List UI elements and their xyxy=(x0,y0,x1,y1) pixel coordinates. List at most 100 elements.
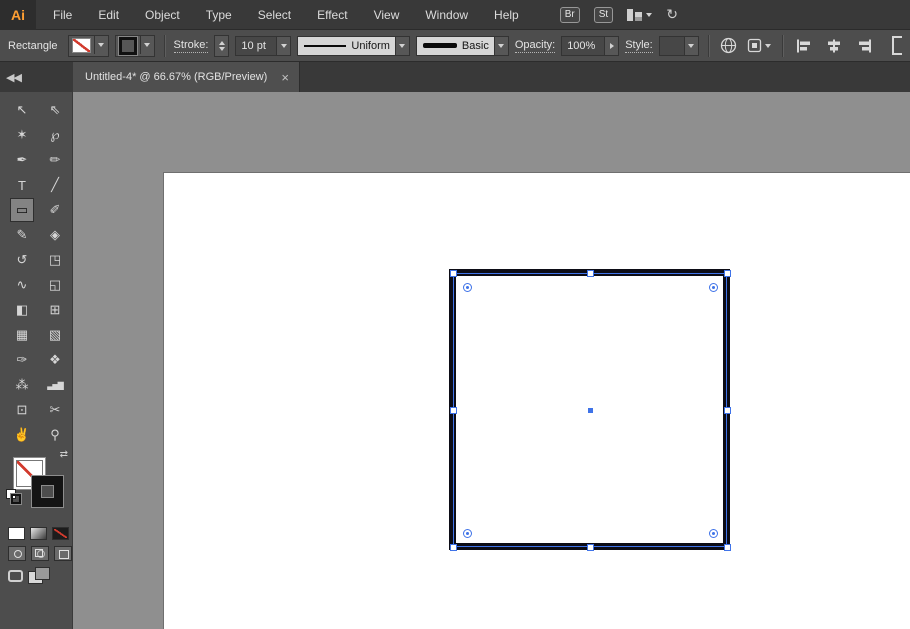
lasso-tool-button[interactable]: ℘ xyxy=(43,123,67,147)
column-graph-tool-button[interactable]: ▃▅▇ xyxy=(43,373,67,397)
align-left-icon xyxy=(796,39,812,53)
draw-inside-button[interactable] xyxy=(54,546,72,561)
eyedropper-tool-button[interactable]: ✑ xyxy=(10,348,34,372)
menu-item-type[interactable]: Type xyxy=(193,0,245,30)
isolate-object-button[interactable] xyxy=(745,36,773,55)
draw-behind-button[interactable] xyxy=(31,546,49,561)
slice-tool-button[interactable]: ✂ xyxy=(43,398,67,422)
handle-top-right[interactable] xyxy=(724,270,731,277)
magic-wand-tool-button[interactable]: ✶ xyxy=(10,123,34,147)
graphic-style-dropdown[interactable] xyxy=(659,36,699,56)
handle-top-center[interactable] xyxy=(587,270,594,277)
gradient-tool-button[interactable]: ▧ xyxy=(43,323,67,347)
bridge-icon[interactable]: Br xyxy=(560,7,580,23)
menu-item-object[interactable]: Object xyxy=(132,0,193,30)
rotate-tool-button[interactable]: ↺ xyxy=(10,248,34,272)
style-panel-link[interactable]: Style: xyxy=(625,39,653,53)
opacity-panel-link[interactable]: Opacity: xyxy=(515,39,555,53)
menu-item-view[interactable]: View xyxy=(361,0,413,30)
canvas-area[interactable] xyxy=(73,92,910,629)
pencil-tool-button[interactable]: ✎ xyxy=(10,223,34,247)
document-title: Untitled-4* @ 66.67% (RGB/Preview) xyxy=(85,71,267,83)
curvature-tool-button[interactable]: ✏ xyxy=(43,148,67,172)
isolate-object-icon xyxy=(747,38,762,53)
control-bar: Rectangle Stroke: 10 pt Uniform Basic xyxy=(0,30,910,62)
collapse-tools-panel-button[interactable]: ◀◀ xyxy=(0,62,73,92)
stroke-weight-field[interactable]: 10 pt xyxy=(235,36,291,56)
clipped-transform-icon[interactable] xyxy=(892,36,902,55)
menu-item-help[interactable]: Help xyxy=(481,0,532,30)
workspace-switcher[interactable] xyxy=(627,9,652,21)
menu-item-file[interactable]: File xyxy=(40,0,85,30)
handle-top-left[interactable] xyxy=(450,270,457,277)
corner-widget-top-left[interactable] xyxy=(463,283,472,292)
arrange-windows-icon[interactable] xyxy=(28,567,50,585)
stroke-swatch[interactable] xyxy=(31,475,64,508)
corner-widget-bottom-right[interactable] xyxy=(709,529,718,538)
menu-item-effect[interactable]: Effect xyxy=(304,0,360,30)
recolor-artwork-icon xyxy=(720,37,737,54)
shape-builder-tool-button[interactable]: ◧ xyxy=(10,298,34,322)
free-transform-tool-button[interactable]: ◱ xyxy=(43,273,67,297)
width-tool-button[interactable]: ∿ xyxy=(10,273,34,297)
stock-icon[interactable]: St xyxy=(594,7,613,23)
scale-tool-button[interactable]: ◳ xyxy=(43,248,67,272)
opacity-field[interactable]: 100% xyxy=(561,36,619,56)
corner-widget-bottom-left[interactable] xyxy=(463,529,472,538)
shape-center-point[interactable] xyxy=(588,408,593,413)
menu-item-window[interactable]: Window xyxy=(412,0,481,30)
zoom-tool-button[interactable]: ⚲ xyxy=(43,423,67,447)
document-tab[interactable]: Untitled-4* @ 66.67% (RGB/Preview) × xyxy=(73,62,300,92)
chevron-down-icon xyxy=(144,43,150,47)
tools-panel: ↖ ⇖ ✶ ℘ ✒ ✏ T ╱ ▭ ✐ ✎ ◈ ↺ ◳ ∿ ◱ ◧ ⊞ ▦ ▧ … xyxy=(0,92,73,629)
chevron-down-icon xyxy=(498,44,504,48)
chevron-down-icon xyxy=(688,44,694,48)
align-left-button[interactable] xyxy=(792,37,816,55)
artboard-tool-button[interactable]: ⊡ xyxy=(10,398,34,422)
sync-status-icon[interactable]: ↻ xyxy=(666,6,678,23)
handle-middle-right[interactable] xyxy=(724,407,731,414)
line-segment-tool-button[interactable]: ╱ xyxy=(43,173,67,197)
recolor-artwork-button[interactable] xyxy=(718,35,739,56)
symbol-sprayer-tool-button[interactable]: ⁂ xyxy=(10,373,34,397)
gradient-button[interactable] xyxy=(30,527,47,540)
stroke-black-swatch-icon xyxy=(119,37,137,55)
swap-fill-stroke-icon[interactable]: ⇄ xyxy=(60,449,68,460)
direct-selection-tool-button[interactable]: ⇖ xyxy=(43,98,67,122)
paintbrush-tool-button[interactable]: ✐ xyxy=(43,198,67,222)
none-button[interactable] xyxy=(52,527,69,540)
app-logo: Ai xyxy=(0,0,36,30)
stroke-weight-stepper[interactable] xyxy=(214,35,229,57)
corner-widget-top-right[interactable] xyxy=(709,283,718,292)
handle-bottom-right[interactable] xyxy=(724,544,731,551)
color-button[interactable] xyxy=(8,527,25,540)
handle-middle-left[interactable] xyxy=(450,407,457,414)
blend-tool-button[interactable]: ❖ xyxy=(43,348,67,372)
close-icon[interactable]: × xyxy=(281,71,289,84)
width-profile-dropdown[interactable]: Uniform xyxy=(297,36,410,56)
default-fill-stroke-icon[interactable] xyxy=(6,489,22,505)
eraser-tool-button[interactable]: ◈ xyxy=(43,223,67,247)
type-tool-button[interactable]: T xyxy=(10,173,34,197)
chevron-down-icon xyxy=(646,13,652,17)
pen-tool-button[interactable]: ✒ xyxy=(10,148,34,172)
fill-color-dropdown[interactable] xyxy=(68,35,109,57)
screen-mode-button[interactable] xyxy=(8,570,23,582)
perspective-grid-tool-button[interactable]: ⊞ xyxy=(43,298,67,322)
mesh-tool-button[interactable]: ▦ xyxy=(10,323,34,347)
chevron-down-icon xyxy=(281,44,287,48)
handle-bottom-center[interactable] xyxy=(587,544,594,551)
menu-item-select[interactable]: Select xyxy=(245,0,304,30)
stroke-color-dropdown[interactable] xyxy=(115,35,155,57)
rectangle-tool-button[interactable]: ▭ xyxy=(10,198,34,222)
stroke-panel-link[interactable]: Stroke: xyxy=(174,39,209,53)
menu-item-edit[interactable]: Edit xyxy=(85,0,132,30)
align-right-button[interactable] xyxy=(852,37,876,55)
draw-normal-button[interactable] xyxy=(8,546,26,561)
hand-tool-button[interactable]: ✌ xyxy=(10,423,34,447)
handle-bottom-left[interactable] xyxy=(450,544,457,551)
workspace-grid-icon xyxy=(627,9,642,21)
brush-definition-dropdown[interactable]: Basic xyxy=(416,36,509,56)
selection-tool-button[interactable]: ↖ xyxy=(10,98,34,122)
align-center-button[interactable] xyxy=(822,37,846,55)
